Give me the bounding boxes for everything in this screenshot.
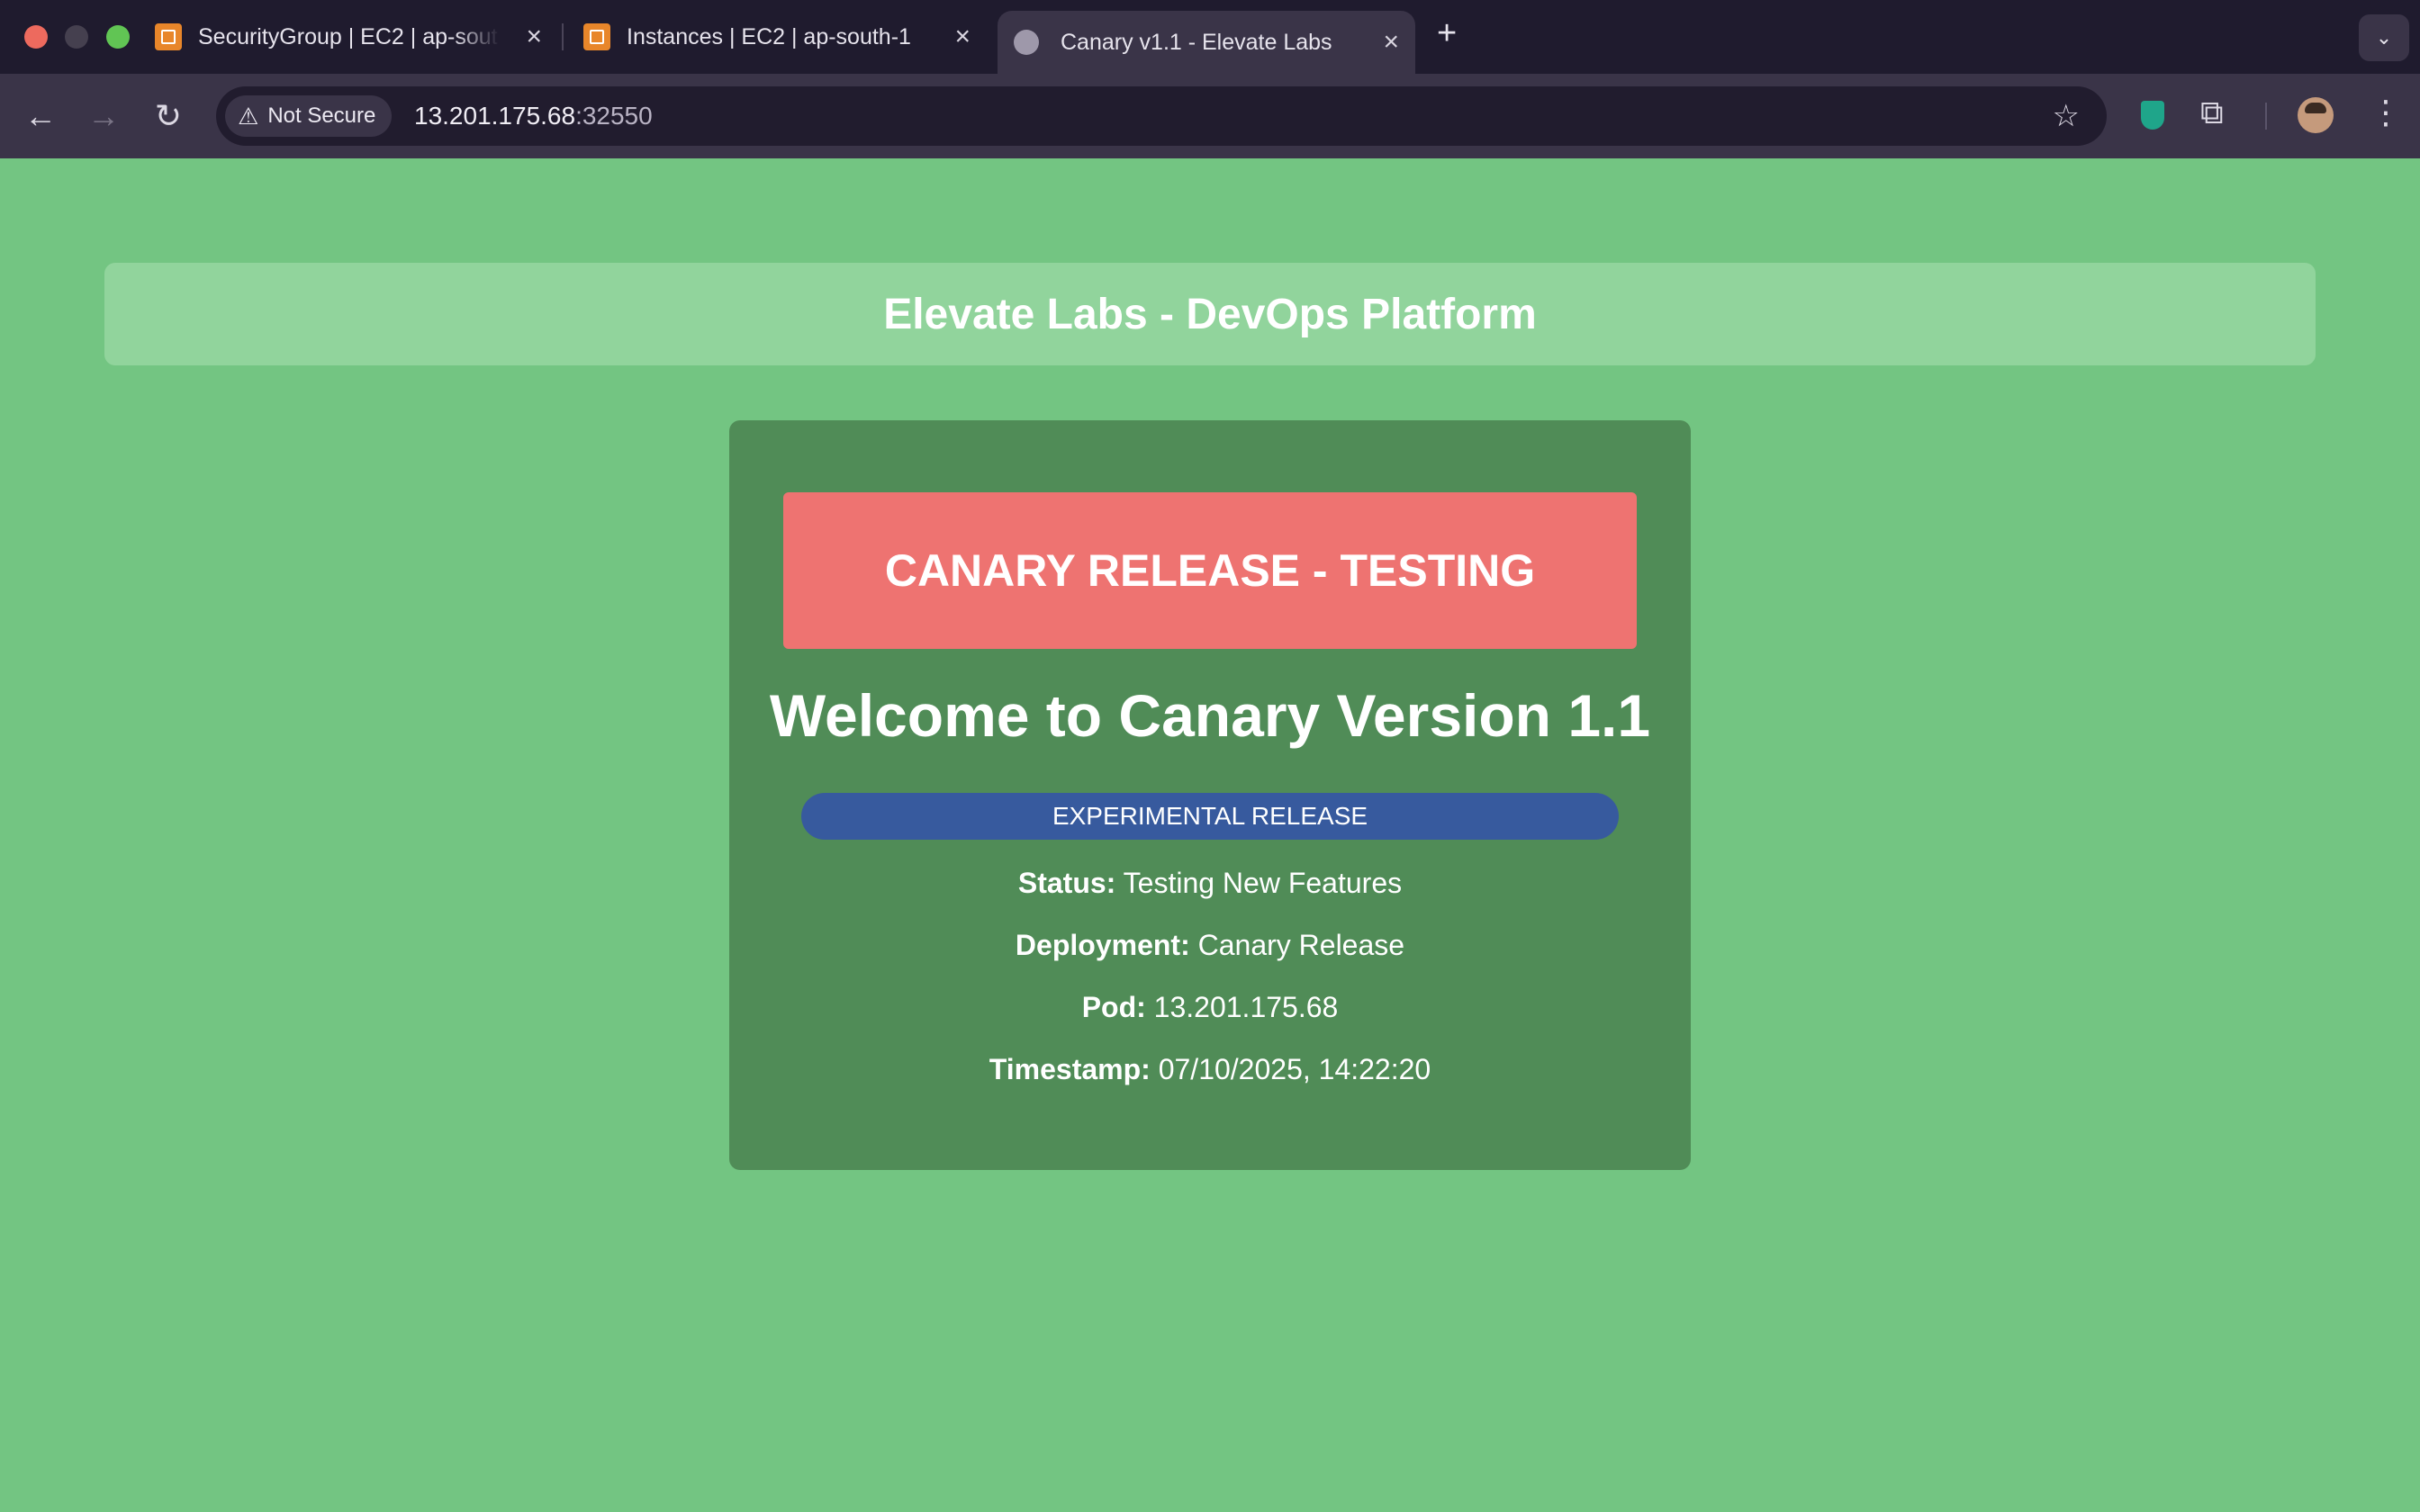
window-minimize-button[interactable] xyxy=(65,25,88,49)
experimental-badge: EXPERIMENTAL RELEASE xyxy=(801,793,1619,840)
more-menu-icon[interactable]: ⋮ xyxy=(2370,94,2402,131)
globe-icon xyxy=(1014,30,1039,55)
tab-instances[interactable]: Instances | EC2 | ap-south-1 × xyxy=(583,13,971,61)
status-row: Status: Testing New Features xyxy=(729,867,1691,900)
deployment-value: Canary Release xyxy=(1197,929,1405,961)
timestamp-value: 07/10/2025, 14:22:20 xyxy=(1158,1053,1431,1085)
tab-close-icon[interactable]: × xyxy=(954,22,971,52)
badge-text: EXPERIMENTAL RELEASE xyxy=(1052,802,1368,830)
tab-title: Canary v1.1 - Elevate Labs xyxy=(1061,29,1332,55)
timestamp-row: Timestamp: 07/10/2025, 14:22:20 xyxy=(729,1053,1691,1086)
window-maximize-button[interactable] xyxy=(106,25,130,49)
status-label: Status: xyxy=(1017,867,1116,899)
reload-button[interactable]: ↻ xyxy=(146,94,191,139)
url-host: 13.201.175.68 xyxy=(414,102,576,130)
tab-separator xyxy=(562,23,564,50)
url-text[interactable]: 13.201.175.68:32550 xyxy=(414,102,653,130)
tab-canary[interactable]: Canary v1.1 - Elevate Labs × xyxy=(998,11,1415,74)
browser-chrome: SecurityGroup | EC2 | ap-south-1 × Insta… xyxy=(0,0,2420,158)
tab-search-button[interactable]: ⌄ xyxy=(2359,14,2409,61)
aws-ec2-icon xyxy=(583,23,610,50)
tab-security-group[interactable]: SecurityGroup | EC2 | ap-south-1 × xyxy=(155,13,542,61)
deployment-row: Deployment: Canary Release xyxy=(729,929,1691,962)
banner-text: CANARY RELEASE - TESTING xyxy=(884,545,1536,596)
release-card: CANARY RELEASE - TESTING Welcome to Cana… xyxy=(729,420,1691,1170)
pod-label: Pod: xyxy=(1081,991,1146,1023)
tab-close-icon[interactable]: × xyxy=(1383,27,1399,58)
tab-title: SecurityGroup | EC2 | ap-south-1 xyxy=(198,23,500,50)
profile-avatar[interactable] xyxy=(2298,97,2334,133)
aws-ec2-icon xyxy=(155,23,182,50)
timestamp-label: Timestamp: xyxy=(989,1053,1151,1085)
new-tab-button[interactable]: + xyxy=(1437,14,1457,53)
browser-toolbar: ← → ↻ ⚠ Not Secure 13.201.175.68:32550 ☆… xyxy=(0,74,2420,158)
security-chip-label: Not Secure xyxy=(267,104,376,128)
forward-button[interactable]: → xyxy=(81,94,126,139)
warning-icon: ⚠ xyxy=(238,102,259,130)
welcome-heading: Welcome to Canary Version 1.1 xyxy=(769,682,1651,749)
pod-row: Pod: 13.201.175.68 xyxy=(729,991,1691,1024)
security-chip[interactable]: ⚠ Not Secure xyxy=(225,95,393,137)
url-port: :32550 xyxy=(575,102,653,130)
toolbar-separator xyxy=(2265,103,2267,130)
tab-title: Instances | EC2 | ap-south-1 xyxy=(627,23,911,50)
tab-close-icon[interactable]: × xyxy=(526,22,542,52)
bookmark-star-icon[interactable]: ☆ xyxy=(2053,98,2080,134)
tab-strip: SecurityGroup | EC2 | ap-south-1 × Insta… xyxy=(0,0,2420,74)
canary-banner: CANARY RELEASE - TESTING xyxy=(783,492,1637,649)
page-header: Elevate Labs - DevOps Platform xyxy=(104,263,2316,365)
back-button[interactable]: ← xyxy=(18,94,63,139)
deployment-label: Deployment: xyxy=(1015,929,1190,961)
chevron-down-icon: ⌄ xyxy=(2375,26,2393,49)
page-title: Elevate Labs - DevOps Platform xyxy=(883,290,1537,338)
window-close-button[interactable] xyxy=(24,25,48,49)
shield-extension-icon[interactable] xyxy=(2141,101,2164,130)
status-value: Testing New Features xyxy=(1123,867,1403,899)
address-bar[interactable]: ⚠ Not Secure 13.201.175.68:32550 ☆ xyxy=(216,86,2107,146)
extensions-puzzle-icon[interactable]: ⧉ xyxy=(2200,94,2224,132)
pod-value: 13.201.175.68 xyxy=(1153,991,1339,1023)
